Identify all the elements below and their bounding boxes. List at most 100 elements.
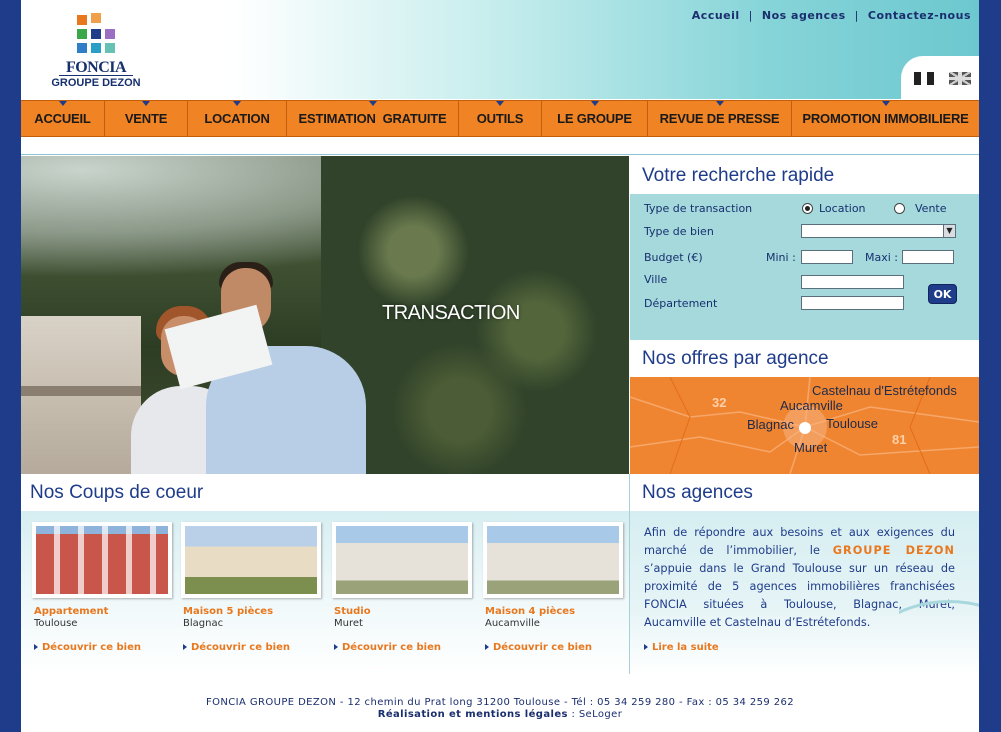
fr-flag-icon[interactable] xyxy=(914,72,934,85)
property-photo xyxy=(185,526,317,594)
logo-tile xyxy=(77,15,87,25)
nav-location[interactable]: LOCATION xyxy=(188,101,287,136)
read-more-link[interactable]: Lire la suite xyxy=(644,642,719,653)
dept-81: 81 xyxy=(892,432,907,447)
search-title: Votre recherche rapide xyxy=(630,156,979,194)
property-city: Blagnac xyxy=(183,618,224,629)
nav-marker-icon xyxy=(233,101,241,106)
transaction-label: Type de transaction xyxy=(644,202,753,215)
radio-vente[interactable] xyxy=(894,203,905,214)
top-link-contact[interactable]: Contactez-nous xyxy=(868,9,971,22)
city-castelnau[interactable]: Castelnau d'Estrétefonds xyxy=(812,383,957,398)
foncia-logo[interactable]: FONCIA GROUPE DEZON xyxy=(41,5,151,93)
header: FONCIA GROUPE DEZON Accueil | Nos agences |… xyxy=(21,0,979,99)
top-link-nos-agences[interactable]: Nos agences xyxy=(762,9,846,22)
language-switcher xyxy=(901,56,979,99)
city-muret[interactable]: Muret xyxy=(794,440,827,455)
agency-map[interactable]: 32 81 Castelnau d'Estrétefonds Aucamvill… xyxy=(630,377,979,474)
nav-label: LE GROUPE xyxy=(557,111,632,126)
property-type: Maison 5 pièces xyxy=(183,606,274,617)
decorative-curve xyxy=(899,590,979,690)
budget-label: Budget (€) xyxy=(644,251,703,264)
nav-marker-icon xyxy=(58,101,67,106)
coups-title: Nos Coups de coeur xyxy=(21,474,629,511)
separator: | xyxy=(748,9,753,22)
maxi-label: Maxi : xyxy=(865,251,898,264)
logo-tile xyxy=(105,43,115,53)
search-ok-button[interactable]: OK xyxy=(928,284,957,304)
nav-le-groupe[interactable]: LE GROUPE xyxy=(542,101,648,136)
city-toulouse[interactable]: Toulouse xyxy=(826,416,878,431)
nav-marker-icon xyxy=(590,101,599,106)
ville-label: Ville xyxy=(644,273,668,286)
nav-marker-icon xyxy=(496,101,504,106)
nav-underline xyxy=(21,140,979,155)
property-city: Aucamville xyxy=(485,618,540,629)
property-thumbnail[interactable] xyxy=(32,522,172,598)
dept-32: 32 xyxy=(712,395,727,410)
property-type: Maison 4 pièces xyxy=(485,606,576,617)
ville-input[interactable] xyxy=(801,275,904,289)
property-thumbnail[interactable] xyxy=(181,522,321,598)
property-thumbnail[interactable] xyxy=(483,522,623,598)
logo-divider xyxy=(59,75,133,76)
chevron-down-icon[interactable]: ▼ xyxy=(943,225,955,237)
property-city: Muret xyxy=(334,618,363,629)
agences-title: Nos agences xyxy=(630,474,979,511)
nav-accueil[interactable]: ACCUEIL xyxy=(21,101,105,136)
footer: FONCIA GROUPE DEZON - 12 chemin du Prat … xyxy=(21,690,979,732)
property-photo xyxy=(336,526,468,594)
credits-separator: : xyxy=(567,709,579,720)
nav-marker-icon xyxy=(368,101,377,106)
property-thumbnail[interactable] xyxy=(332,522,472,598)
city-aucamville[interactable]: Aucamville xyxy=(780,398,843,413)
departement-label: Département xyxy=(644,297,718,310)
radio-vente-label: Vente xyxy=(915,202,947,215)
city-blagnac[interactable]: Blagnac xyxy=(747,417,794,432)
property-type: Appartement xyxy=(34,606,109,617)
property-photo xyxy=(487,526,619,594)
hero-title: TRANSACTION xyxy=(382,302,520,324)
main-nav: ACCUEIL VENTE LOCATION ESTIMATION GRATUI… xyxy=(21,100,979,137)
property-photo xyxy=(36,526,168,594)
discover-link[interactable]: Découvrir ce bien xyxy=(183,642,290,653)
logo-tile xyxy=(91,29,101,39)
departement-input[interactable] xyxy=(801,296,904,310)
type-bien-label: Type de bien xyxy=(644,225,714,238)
hero-house-roof xyxy=(21,386,141,396)
page: FONCIA GROUPE DEZON Accueil | Nos agences |… xyxy=(21,0,979,732)
radio-location[interactable] xyxy=(802,203,813,214)
nav-promotion[interactable]: PROMOTION IMMOBILIERE xyxy=(792,101,979,136)
nav-label: VENTE xyxy=(124,111,168,126)
nav-outils[interactable]: OUTILS xyxy=(459,101,542,136)
footer-address: FONCIA GROUPE DEZON - 12 chemin du Prat … xyxy=(206,697,794,708)
budget-max-input[interactable] xyxy=(902,250,954,264)
radio-location-label: Location xyxy=(819,202,866,215)
nav-label: REVUE DE PRESSE xyxy=(659,111,780,126)
logo-tile xyxy=(77,43,87,53)
nav-revue-de-presse[interactable]: REVUE DE PRESSE xyxy=(648,101,792,136)
credits-link[interactable]: Réalisation et mentions légales xyxy=(378,709,568,720)
top-link-accueil[interactable]: Accueil xyxy=(692,9,740,22)
quick-search-panel: Votre recherche rapide Type de transacti… xyxy=(630,156,979,340)
discover-link[interactable]: Découvrir ce bien xyxy=(34,642,141,653)
nav-label: ACCUEIL xyxy=(34,111,91,126)
discover-link[interactable]: Découvrir ce bien xyxy=(334,642,441,653)
nav-estimation[interactable]: ESTIMATION GRATUITE xyxy=(287,101,459,136)
nav-label: ESTIMATION GRATUITE xyxy=(298,111,447,126)
separator: | xyxy=(854,9,859,22)
credits-value[interactable]: SeLoger xyxy=(579,709,622,720)
type-bien-select[interactable]: ▼ xyxy=(801,224,956,238)
budget-min-input[interactable] xyxy=(801,250,853,264)
nav-marker-icon xyxy=(715,101,724,106)
discover-link[interactable]: Découvrir ce bien xyxy=(485,642,592,653)
logo-tile xyxy=(105,29,115,39)
nav-marker-icon xyxy=(881,101,890,106)
nav-vente[interactable]: VENTE xyxy=(105,101,188,136)
top-links: Accueil | Nos agences | Contactez-nous xyxy=(692,9,971,22)
agences-highlight: GROUPE DEZON xyxy=(832,544,955,557)
nav-label: LOCATION xyxy=(204,111,270,126)
logo-subtitle: GROUPE DEZON xyxy=(51,77,141,89)
footer-credits: Réalisation et mentions légales : SeLoge… xyxy=(21,709,979,720)
uk-flag-icon[interactable] xyxy=(949,72,971,85)
